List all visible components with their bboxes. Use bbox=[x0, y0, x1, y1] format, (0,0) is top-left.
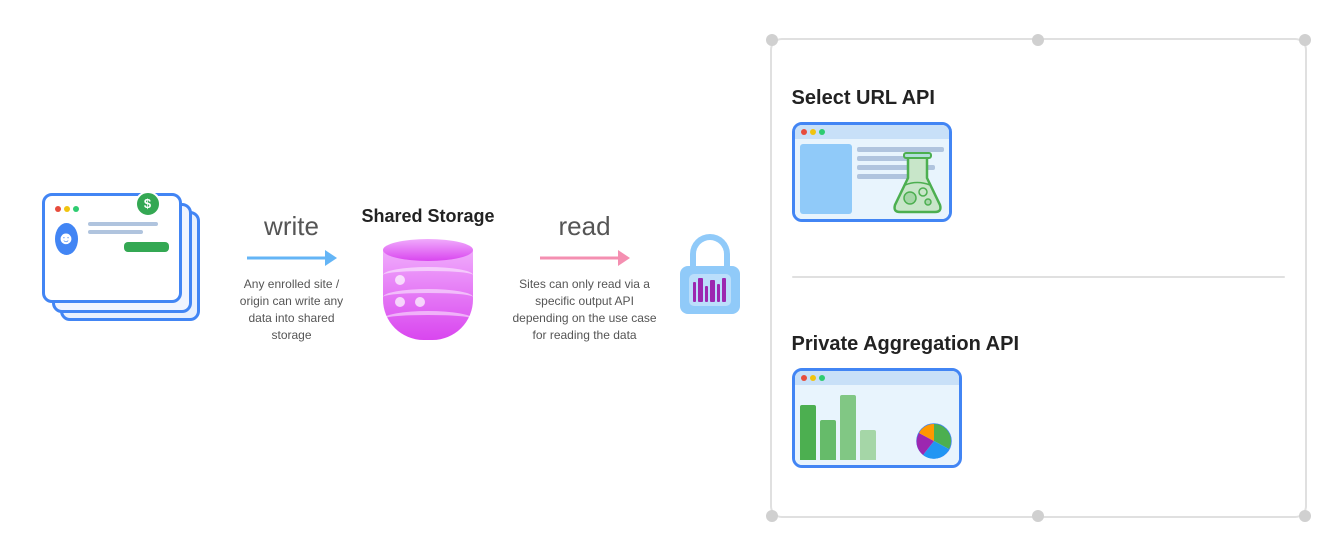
shared-storage-title: Shared Storage bbox=[362, 206, 495, 227]
site-cards: ☻ $ bbox=[42, 193, 212, 363]
green-button bbox=[124, 242, 169, 252]
pie-chart-icon bbox=[915, 422, 953, 460]
corner-dot-bl bbox=[766, 510, 778, 522]
read-arrow bbox=[540, 248, 630, 268]
write-description: Any enrolled site / origin can write any… bbox=[237, 276, 347, 343]
corner-dot-tl bbox=[766, 34, 778, 46]
enrolled-site-section: ☻ $ bbox=[27, 193, 227, 363]
right-panel: Select URL API bbox=[770, 38, 1307, 518]
private-aggregation-api: Private Aggregation API bbox=[792, 333, 1285, 468]
select-url-title: Select URL API bbox=[792, 87, 935, 110]
read-label: read bbox=[559, 211, 611, 242]
bar-chart-bar-2 bbox=[820, 420, 836, 460]
mid-dot-bottom bbox=[1032, 510, 1044, 522]
text-lines bbox=[88, 222, 169, 252]
private-aggregation-image bbox=[792, 368, 962, 468]
user-icon: ☻ bbox=[57, 228, 76, 249]
avatar: ☻ bbox=[55, 223, 78, 255]
write-label: write bbox=[264, 211, 319, 242]
lock-body bbox=[680, 266, 740, 314]
write-arrow bbox=[247, 248, 337, 268]
corner-dot-tr bbox=[1299, 34, 1311, 46]
card-front: ☻ $ bbox=[42, 193, 182, 303]
database-cylinder bbox=[383, 239, 473, 349]
select-url-api: Select URL API bbox=[792, 87, 1285, 222]
text-line-2 bbox=[88, 230, 143, 234]
select-url-image bbox=[792, 122, 952, 222]
dot-red bbox=[55, 206, 61, 212]
lock-section bbox=[675, 234, 745, 322]
shared-storage-section: Shared Storage bbox=[362, 206, 495, 349]
dollar-badge: $ bbox=[135, 191, 161, 217]
dot-green bbox=[73, 206, 79, 212]
bar-chart-bar-1 bbox=[800, 405, 816, 460]
read-description: Sites can only read via a specific outpu… bbox=[510, 276, 660, 343]
write-arrow-section: write Any enrolled site / origin can wri… bbox=[237, 211, 347, 343]
lock-inner bbox=[689, 274, 731, 306]
barcode bbox=[693, 278, 726, 302]
bar-chart-bar-3 bbox=[840, 395, 856, 460]
lock-icon bbox=[675, 234, 745, 314]
read-arrow-section: read Sites can only read via a specific … bbox=[510, 211, 660, 343]
api-divider bbox=[792, 276, 1285, 278]
flask-icon bbox=[890, 150, 945, 215]
mid-dot-top bbox=[1032, 34, 1044, 46]
text-line-1 bbox=[88, 222, 158, 226]
corner-dot-br bbox=[1299, 510, 1311, 522]
dot-yellow bbox=[64, 206, 70, 212]
bar-chart-bar-4 bbox=[860, 430, 876, 460]
private-aggregation-title: Private Aggregation API bbox=[792, 333, 1019, 356]
main-diagram: ☻ $ write Any enrolled site / origin can… bbox=[27, 18, 1307, 538]
lock-shackle bbox=[690, 234, 730, 266]
window-dots bbox=[55, 206, 79, 212]
